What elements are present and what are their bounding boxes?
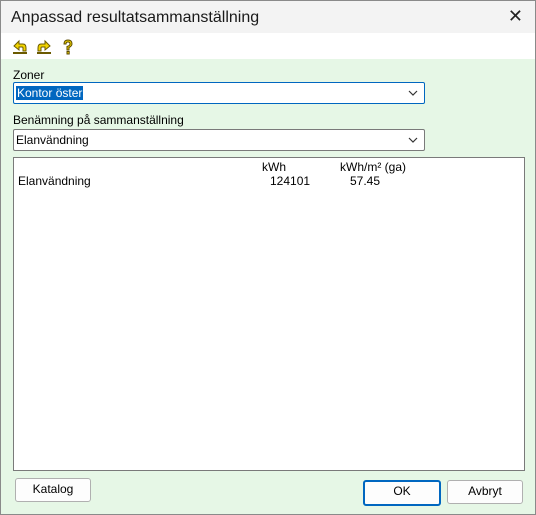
column-header-kwh: kWh	[262, 160, 286, 174]
dialog-window: Anpassad resultatsammanställning ✕ Zoner	[0, 0, 536, 515]
summary-name-select[interactable]: Elanvändning	[13, 129, 425, 151]
help-icon[interactable]	[59, 38, 77, 56]
cancel-button[interactable]: Avbryt	[447, 480, 523, 504]
zone-select-value: Kontor öster	[16, 86, 84, 100]
window-title: Anpassad resultatsammanställning	[11, 9, 260, 26]
dialog-body: Zoner Kontor öster Benämning på sammanst…	[1, 59, 535, 514]
redo-icon[interactable]	[35, 38, 53, 56]
close-icon[interactable]: ✕	[508, 7, 523, 25]
chevron-down-icon	[408, 134, 418, 144]
summary-name-label: Benämning på sammanställning	[13, 113, 184, 127]
result-row-kwh-per-m2: 57.45	[350, 174, 381, 188]
result-row-name: Elanvändning	[18, 174, 91, 188]
ok-button[interactable]: OK	[363, 480, 441, 506]
chevron-down-icon	[408, 87, 418, 97]
zone-label: Zoner	[13, 68, 45, 82]
toolbar	[1, 33, 535, 59]
results-list[interactable]: kWh kWh/m² (ga) Elanvändning 124101 57.4…	[13, 157, 525, 471]
undo-icon[interactable]	[11, 38, 29, 56]
column-header-kwh-per-m2: kWh/m² (ga)	[340, 160, 406, 174]
summary-name-value: Elanvändning	[16, 133, 89, 147]
zone-select[interactable]: Kontor öster	[13, 82, 425, 104]
catalog-button[interactable]: Katalog	[15, 478, 91, 502]
result-row-kwh: 124101	[270, 174, 311, 188]
title-bar: Anpassad resultatsammanställning ✕	[1, 1, 535, 33]
